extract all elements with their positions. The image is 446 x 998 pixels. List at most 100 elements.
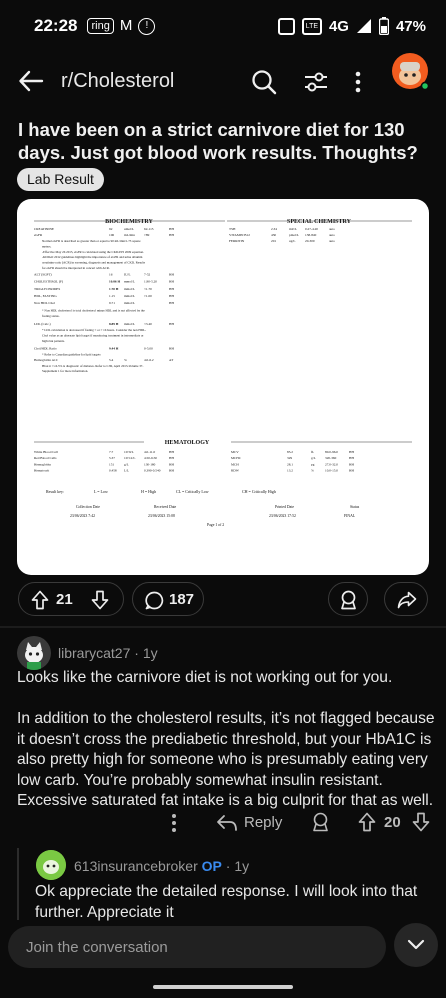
comment-composer (8, 926, 386, 968)
a1c-note: HbA1c >=6.5% is diagnostic of diabetes. … (42, 364, 143, 369)
reply-button[interactable]: Reply (244, 814, 282, 831)
ldl-row: 8.89 H (109, 322, 119, 326)
egfr-note: creatinine ratio (ACR) in screening, dia… (42, 261, 146, 266)
reply-username[interactable]: 613insurancebroker (74, 858, 198, 874)
hem-right-row: 85.2 (287, 450, 293, 454)
hem-left-row: L/L (124, 469, 129, 473)
comment-age: 1y (142, 645, 158, 661)
biochem-row: umol/L (124, 227, 134, 231)
downvote-icon[interactable] (91, 590, 109, 610)
comment-downvote-icon[interactable] (412, 812, 430, 832)
home-indicator[interactable] (153, 985, 293, 989)
subreddit-name[interactable]: r/Cholesterol (61, 70, 174, 93)
nonhdl-note: fasting status. (42, 314, 60, 318)
lipid-row: mmol/L (124, 287, 135, 291)
lipid-row: IU/L (124, 272, 131, 276)
upvote-count: 21 (56, 591, 73, 608)
share-button[interactable] (384, 582, 428, 616)
lipid-row: HH (169, 272, 174, 276)
hem-left-row: 5.37 (109, 456, 115, 460)
special-row: mU/L (289, 227, 297, 231)
ratio-row: 0-5.00 (144, 346, 153, 350)
lipid-row: 16 (109, 272, 113, 276)
special-heading: SPECIAL CHEMISTRY (287, 219, 352, 225)
filter-sliders-icon[interactable] (302, 68, 330, 96)
comment-more-icon[interactable] (170, 812, 178, 834)
ldl-note: Chol value as an alternate lipid target … (42, 334, 144, 338)
a1c-row: AT (169, 358, 174, 362)
biochem-row: eGFR (34, 233, 43, 237)
special-row: VITAMIN B12 (229, 233, 250, 237)
a1c-row: 4.0-6.2 (144, 358, 154, 362)
comment-paragraph: Looks like the carnivore diet is not wor… (17, 669, 393, 686)
ring-notification-icon: ring (87, 18, 114, 34)
more-options-icon[interactable] (353, 68, 363, 96)
comment-author[interactable]: librarycat27 · 1y (58, 645, 158, 661)
page-number: Page 1 of 2 (207, 523, 224, 527)
post-flair[interactable]: Lab Result (17, 168, 104, 191)
comment-paragraph: In addition to the cholesterol results, … (17, 710, 435, 809)
biochem-row: 92 (109, 227, 113, 231)
special-row: auto (329, 239, 335, 243)
hem-left-row: 151 (109, 462, 114, 466)
a1c-row: Hemoglobin A1C (34, 358, 59, 362)
reply-age: 1y (234, 858, 250, 874)
status-bar: 22:28 ring M ! LTE 4G 47% (0, 0, 446, 52)
comment-upvote-icon[interactable] (358, 812, 376, 832)
hem-left-row: 7.7 (109, 450, 114, 454)
reply-author[interactable]: 613insurancebroker OP · 1y (74, 858, 249, 874)
battery-icon (378, 17, 389, 35)
special-row: 2.34 (271, 227, 277, 231)
ratio-row: 9.44 H (109, 346, 119, 350)
special-row: FERRITIN (229, 239, 245, 243)
footer-header: Status (350, 505, 360, 509)
reply-author-avatar[interactable] (36, 850, 66, 880)
back-arrow-icon[interactable] (18, 68, 44, 94)
hem-right-row: fL (311, 450, 314, 454)
footer-value: FINAL (344, 514, 356, 518)
special-row: 138-840 (305, 233, 317, 237)
comments-button[interactable]: 187 (132, 582, 204, 616)
hem-right-row: RDW (231, 469, 240, 473)
thread-line[interactable] (17, 848, 19, 920)
special-row: auto (329, 227, 335, 231)
special-row: pmol/L (289, 233, 299, 237)
biochem-heading: BIOCHEMISTRY (105, 219, 153, 225)
ratio-row: Chol/HDL Ratio (34, 346, 57, 350)
ratio-note: * Refer to Canadian guideline for lipid … (42, 352, 101, 356)
upvote-icon[interactable] (31, 590, 49, 610)
hem-right-row: % (311, 469, 314, 473)
user-avatar[interactable] (391, 52, 430, 91)
hem-right-row: 320-360 (325, 456, 337, 460)
footer-header: Received Date (154, 505, 177, 509)
award-icon (341, 590, 356, 610)
search-icon[interactable] (250, 68, 278, 96)
lipid-row: CHOLESTEROL (F) (34, 280, 63, 284)
lipid-row: 1.90-5.20 (144, 280, 157, 284)
biochem-row: 62-115 (144, 227, 154, 231)
comment-username[interactable]: librarycat27 (58, 645, 130, 661)
hem-right-row: 28.1 (287, 462, 293, 466)
section-divider (0, 626, 446, 628)
collapse-button[interactable] (394, 923, 438, 967)
commenter-avatar[interactable] (17, 636, 51, 670)
hem-left-row: Hematocrit (34, 469, 49, 473)
status-time: 22:28 (34, 16, 78, 35)
egfr-note: Normal eGFR is described as greater than… (42, 239, 141, 243)
comment-award-icon[interactable] (311, 812, 330, 832)
biochem-row: HH (169, 227, 174, 231)
award-button[interactable] (328, 582, 368, 616)
hem-right-row: HH (349, 469, 354, 473)
comment-body: Looks like the carnivore diet is not wor… (17, 668, 435, 812)
hem-left-row: Red Blood Cells (34, 456, 57, 460)
join-conversation-input[interactable] (8, 926, 386, 968)
special-row: 20-300 (305, 239, 315, 243)
hem-left-row: 10^9/L (124, 450, 134, 454)
post-title[interactable]: I have been on a strict carnivore diet f… (18, 118, 428, 164)
reply-icon[interactable] (216, 813, 238, 833)
lab-report-image[interactable]: BIOCHEMISTRY SPECIAL CHEMISTRY CREATININE 9… (17, 199, 429, 575)
special-row: 0.27-4.20 (305, 227, 318, 231)
hem-left-row: HH (169, 462, 174, 466)
ldl-row: HH (169, 322, 174, 326)
biochem-row: mL/min (124, 233, 135, 237)
